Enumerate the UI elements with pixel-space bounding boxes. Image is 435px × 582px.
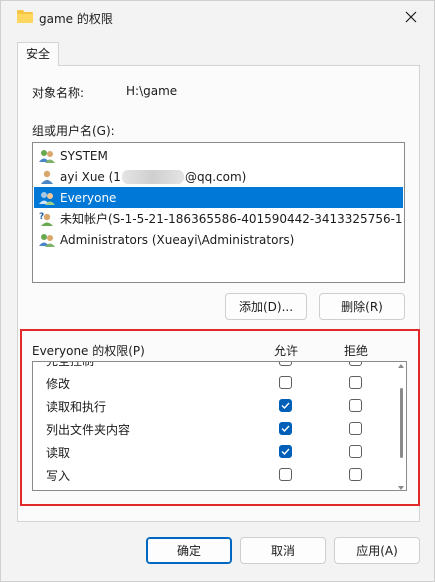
user-icon	[41, 170, 53, 184]
perm-row-write: 写入	[33, 463, 388, 486]
cancel-button[interactable]: 取消	[240, 537, 326, 564]
permissions-header: Everyone 的权限(P)	[32, 344, 145, 358]
users-group-icon	[39, 233, 55, 247]
scroll-down-icon[interactable]	[398, 486, 404, 490]
perm-name: 写入	[46, 469, 71, 483]
users-group-icon	[39, 191, 55, 205]
title-bar: game 的权限	[1, 1, 434, 33]
list-item-label: Everyone	[60, 190, 117, 205]
checkmark-icon	[281, 448, 290, 456]
users-group-icon	[39, 149, 55, 163]
list-item-everyone[interactable]: Everyone	[34, 187, 403, 208]
folder-icon	[17, 10, 33, 23]
deny-checkbox[interactable]	[349, 445, 362, 458]
redacted-mask	[121, 169, 184, 184]
list-item-label-suffix: @qq.com)	[184, 169, 247, 184]
deny-checkbox[interactable]	[349, 468, 362, 481]
perm-row-modify: 修改	[33, 371, 388, 394]
list-item-ayi-xue[interactable]: ayi Xue (1 @qq.com)	[34, 166, 403, 187]
window-title: game 的权限	[39, 12, 113, 26]
perm-name: 完全控制	[46, 361, 95, 368]
close-button[interactable]	[398, 5, 424, 29]
list-item-label: Administrators (Xueayi\Administrators)	[60, 232, 295, 247]
permissions-section: Everyone 的权限(P) 允许 拒绝 完全控制 修改 读取和执行 列出文件…	[20, 329, 420, 506]
svg-text:?: ?	[39, 212, 44, 222]
permissions-dialog: game 的权限 安全 对象名称: H:\game 组或用户名(G): SYST…	[0, 0, 435, 582]
list-item-system[interactable]: SYSTEM	[34, 145, 403, 166]
perm-row-full-control: 完全控制	[33, 361, 388, 371]
deny-checkbox[interactable]	[349, 362, 362, 366]
allow-checkbox[interactable]	[279, 362, 292, 366]
remove-button[interactable]: 删除(R)	[319, 293, 405, 320]
perm-row-read: 读取	[33, 440, 388, 463]
permissions-list[interactable]: 完全控制 修改 读取和执行 列出文件夹内容 读取 写入	[32, 361, 407, 491]
scroll-up-icon[interactable]	[398, 364, 404, 368]
allow-checkbox[interactable]	[279, 445, 292, 458]
allow-checkbox[interactable]	[279, 422, 292, 435]
allow-checkbox[interactable]	[279, 399, 292, 412]
perm-row-read-execute: 读取和执行	[33, 394, 388, 417]
perm-name: 读取和执行	[46, 400, 107, 414]
tab-security[interactable]: 安全	[17, 42, 59, 66]
deny-column-header: 拒绝	[344, 344, 369, 358]
deny-checkbox[interactable]	[349, 422, 362, 435]
close-icon	[405, 11, 417, 23]
object-name-label: 对象名称:	[32, 86, 85, 100]
deny-checkbox[interactable]	[349, 399, 362, 412]
scroll-thumb[interactable]	[400, 388, 403, 458]
ok-button[interactable]: 确定	[146, 537, 232, 564]
group-or-user-label: 组或用户名(G):	[32, 124, 115, 138]
list-item-label: 未知帐户(S-1-5-21-186365586-401590442-341332…	[60, 212, 403, 226]
add-button[interactable]: 添加(D)...	[225, 293, 307, 320]
allow-column-header: 允许	[274, 344, 299, 358]
checkmark-icon	[281, 425, 290, 433]
list-item-unknown-account[interactable]: ? 未知帐户(S-1-5-21-186365586-401590442-3413…	[34, 208, 403, 229]
list-item-label: SYSTEM	[60, 148, 108, 163]
deny-checkbox[interactable]	[349, 376, 362, 389]
allow-checkbox[interactable]	[279, 376, 292, 389]
unknown-user-icon: ?	[39, 212, 53, 226]
object-name-value: H:\game	[126, 84, 178, 98]
apply-button[interactable]: 应用(A)	[334, 537, 420, 564]
perm-row-list-folder: 列出文件夹内容	[33, 417, 388, 440]
permissions-scrollbar[interactable]	[398, 364, 404, 490]
list-item-label-prefix: ayi Xue (1	[60, 169, 121, 184]
perm-name: 列出文件夹内容	[46, 423, 131, 437]
allow-checkbox[interactable]	[279, 468, 292, 481]
checkmark-icon	[281, 402, 290, 410]
user-listbox[interactable]: SYSTEM ayi Xue (1 @qq.com) Everyone ? 未知…	[32, 142, 405, 283]
list-item-administrators[interactable]: Administrators (Xueayi\Administrators)	[34, 229, 403, 250]
perm-name: 修改	[46, 377, 71, 391]
perm-name: 读取	[46, 446, 71, 460]
